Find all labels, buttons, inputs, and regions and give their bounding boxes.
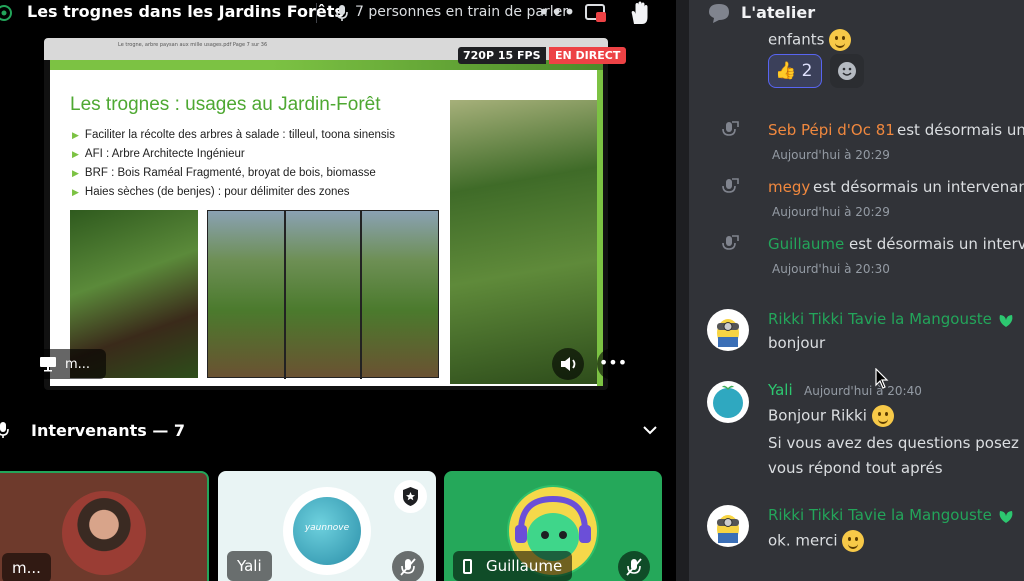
smile-emoji-icon [829, 29, 852, 51]
pdf-toolbar-text: Le trogne, arbre paysan aux mille usages… [118, 42, 268, 48]
muted-icon [618, 551, 650, 581]
stage-area: Les trognes dans les Jardins Forêts 7 pe… [0, 0, 666, 581]
speakers-label: Intervenants — 7 [31, 421, 186, 440]
avatar[interactable] [707, 381, 749, 423]
message-author[interactable]: megy [768, 178, 810, 196]
slide-right-band [597, 70, 603, 386]
speaker-icon [561, 357, 576, 371]
speaking-count: 7 personnes en train de parler [355, 4, 568, 20]
add-reaction-button[interactable] [830, 54, 864, 88]
reaction-thumbs-up[interactable]: 👍 2 [768, 54, 822, 88]
microphone-icon [336, 5, 348, 21]
message-author[interactable]: Yali [768, 381, 793, 399]
avatar[interactable] [707, 309, 749, 351]
message-timestamp: Aujourd'hui à 20:40 [804, 384, 922, 398]
slide-bullet: ▶ BRF : Bois Raméal Fragmenté, broyat de … [72, 167, 376, 179]
panel-divider[interactable] [666, 0, 676, 581]
speaker-name: Guillaume [453, 551, 573, 581]
message-text: est désormais un interv [849, 235, 1024, 253]
speaker-name: m... [2, 553, 51, 581]
stage-speaker-icon [722, 121, 739, 136]
raise-hand-icon[interactable] [627, 0, 653, 26]
slide-photo-garden-man [450, 100, 597, 384]
presenter-name: m... [65, 356, 91, 372]
presenter-name-pill: m... [33, 349, 106, 379]
microphone-icon [0, 422, 9, 438]
stream-quality-badge: 720P 15 FPS [458, 47, 546, 64]
chat-bubble-icon [709, 4, 729, 23]
message-timestamp: Aujourd'hui à 20:29 [772, 148, 890, 162]
screen-share-monitor-icon [40, 357, 56, 372]
avatar [62, 491, 146, 575]
panel-divider-bar [676, 0, 689, 581]
stage-speaker-icon [722, 235, 739, 250]
topbar-divider [316, 3, 317, 23]
slide-bullet: ▶ Faciliter la récolte des arbres à salad… [72, 129, 395, 141]
volume-button[interactable] [552, 348, 584, 380]
stage-channel-icon [0, 5, 12, 21]
muted-icon [392, 551, 424, 581]
speaker-name: Yali [227, 551, 272, 581]
message-author[interactable]: Rikki Tikki Tavie la Mangouste [768, 506, 1015, 524]
presentation-slide: Les trognes : usages au Jardin-Forêt ▶ Fa… [50, 60, 603, 386]
yali-logo-text: yaunnove [304, 523, 350, 533]
speaker-tile[interactable]: yaunnove Yali [218, 471, 436, 581]
message-text: Bonjour Rikki [768, 405, 894, 427]
stage-speaker-icon [722, 178, 739, 193]
moderator-shield-icon [394, 480, 427, 513]
slide-photo-dead-hedge [207, 210, 439, 379]
more-options-button[interactable]: ••• [538, 0, 576, 24]
leaf-badge-icon [999, 314, 1013, 327]
add-reaction-icon [838, 62, 856, 80]
screen-share-icon[interactable] [584, 2, 608, 24]
avatar: yaunnove [283, 487, 371, 575]
screen-share-video[interactable]: Le trogne, arbre paysan aux mille usages… [44, 38, 608, 390]
speaker-tile[interactable]: m... [0, 471, 209, 581]
chat-header: L'atelier [689, 0, 1024, 28]
thumbs-up-icon: 👍 [775, 61, 797, 81]
chevron-down-icon[interactable] [642, 424, 658, 436]
chat-title: L'atelier [741, 3, 816, 22]
speakers-header[interactable]: Intervenants — 7 [0, 418, 666, 444]
speaker-tile[interactable]: Guillaume [444, 471, 662, 581]
stage-title: Les trognes dans les Jardins Forêts [27, 2, 344, 21]
slide-bullet: ▶ AFI : Arbre Architecte Ingénieur [72, 148, 245, 160]
message-text: enfants [768, 29, 852, 51]
slide-title: Les trognes : usages au Jardin-Forêt [70, 94, 381, 115]
message-text: ok. merci [768, 530, 865, 552]
slide-bullet: ▶ Haies sèches (de benjes) : pour délimit… [72, 186, 350, 198]
message-author[interactable]: Rikki Tikki Tavie la Mangouste [768, 310, 1015, 328]
message-text: vous répond tout aprés [768, 459, 943, 477]
message-text: Si vous avez des questions posez le [768, 434, 1024, 452]
video-more-button[interactable]: ••• [597, 348, 629, 380]
mobile-device-icon [463, 559, 472, 574]
message-text: est désormais un [897, 121, 1024, 139]
chat-panel: L'atelier enfants 👍 2 Seb Pépi d'Oc 81 e… [689, 0, 1024, 581]
smile-emoji-icon [842, 530, 865, 552]
slide-bullet-list: ▶ Faciliter la récolte des arbres à salad… [72, 126, 395, 202]
message-timestamp: Aujourd'hui à 20:30 [772, 262, 890, 276]
message-timestamp: Aujourd'hui à 20:29 [772, 205, 890, 219]
message-text: bonjour [768, 334, 826, 352]
avatar[interactable] [707, 505, 749, 547]
message-author[interactable]: Seb Pépi d'Oc 81 [768, 121, 895, 139]
message-text: est désormais un intervenant [813, 178, 1024, 196]
message-author[interactable]: Guillaume [768, 235, 844, 253]
stage-topbar: Les trognes dans les Jardins Forêts 7 pe… [0, 0, 666, 26]
live-badge: EN DIRECT [549, 47, 627, 64]
smile-emoji-icon [871, 405, 894, 427]
leaf-badge-icon [999, 510, 1013, 523]
mouse-cursor-icon [875, 368, 889, 389]
